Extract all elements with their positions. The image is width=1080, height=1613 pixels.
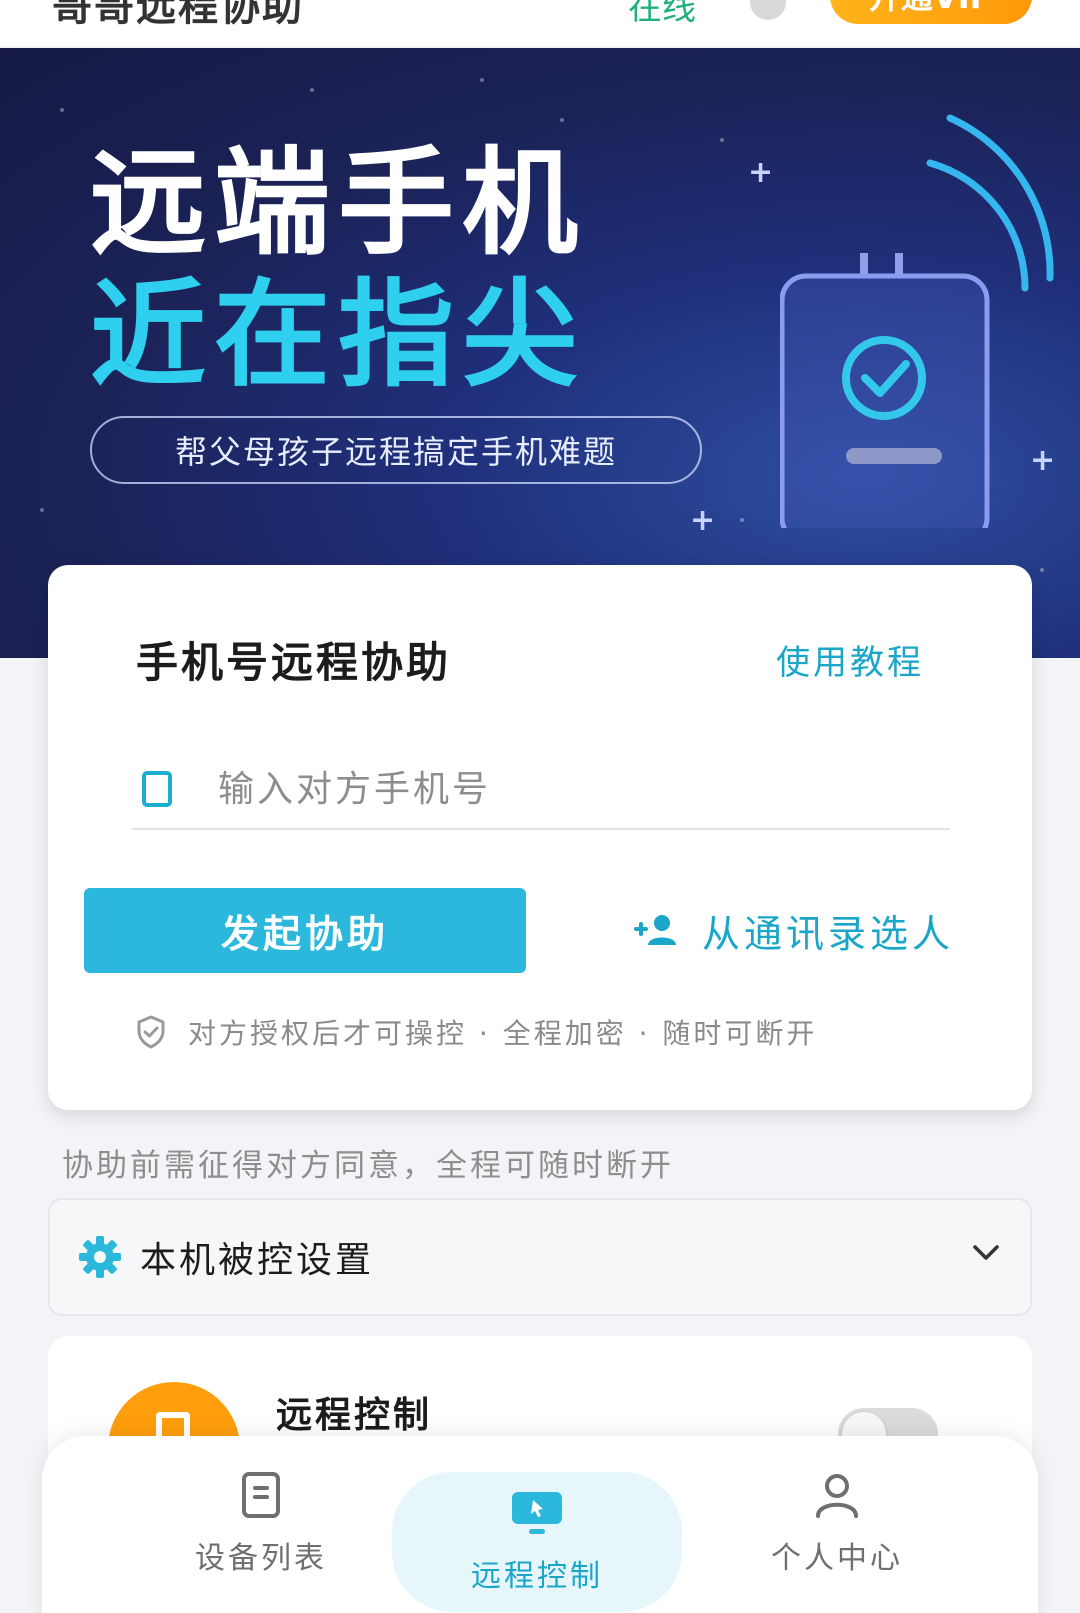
top-bar: 哥哥远程协助 在线 开通VIP <box>0 0 1080 46</box>
secure-device-illustration <box>780 114 1054 528</box>
security-note: 对方授权后才可操控 · 全程加密 · 随时可断开 <box>136 1010 817 1054</box>
profile-icon <box>816 1474 858 1518</box>
hero-tagline: 帮父母孩子远程搞定手机难题 <box>90 416 702 484</box>
shield-check-icon <box>137 1015 165 1049</box>
nav-profile[interactable]: 个人中心 <box>692 1436 982 1612</box>
chevron-down-icon <box>973 1245 999 1260</box>
app-title: 哥哥远程协助 <box>52 0 304 30</box>
vip-button[interactable]: 开通VIP <box>830 0 1032 24</box>
nav-profile-label: 个人中心 <box>771 1541 903 1576</box>
phone-assist-card: 手机号远程协助 使用教程 发起协助 从通讯录选人 对方授权后才可操控 · 全程加… <box>48 565 1032 1110</box>
hero-headline-line1: 远端手机 <box>90 136 586 271</box>
security-note-text: 对方授权后才可操控 · 全程加密 · 随时可断开 <box>188 1017 818 1050</box>
status-indicator <box>750 0 786 20</box>
phone-icon <box>142 771 172 807</box>
sparkle-icon: + <box>690 503 716 538</box>
pick-from-contacts-button[interactable]: 从通讯录选人 <box>632 895 954 965</box>
gear-icon <box>79 1236 121 1278</box>
hero-headline-line2: 近在指尖 <box>90 268 586 403</box>
device-controlled-settings[interactable]: 本机被控设置 <box>48 1198 1032 1316</box>
online-status: 在线 <box>628 0 696 28</box>
sparkle-icon: + <box>748 155 774 190</box>
consent-note: 协助前需征得对方同意，全程可随时断开 <box>62 1148 674 1184</box>
start-assist-button[interactable]: 发起协助 <box>84 888 526 973</box>
device-list-icon <box>242 1472 280 1518</box>
remote-control-item-label: 远程控制 <box>276 1395 433 1436</box>
nav-remote-control-label: 远程控制 <box>471 1559 603 1594</box>
add-contact-icon <box>634 915 676 945</box>
contacts-link-label: 从通讯录选人 <box>702 911 955 956</box>
phone-input-row <box>132 750 950 830</box>
nav-device-list[interactable]: 设备列表 <box>116 1436 406 1612</box>
tutorial-link[interactable]: 使用教程 <box>776 635 924 684</box>
settings-label: 本机被控设置 <box>140 1240 375 1281</box>
card-title: 手机号远程协助 <box>136 638 452 687</box>
nav-device-list-label: 设备列表 <box>195 1541 327 1576</box>
bottom-navigation: 设备列表 远程控制 个人中心 <box>42 1436 1038 1613</box>
nav-remote-control[interactable]: 远程控制 <box>392 1472 682 1612</box>
phone-number-input[interactable] <box>218 768 898 810</box>
remote-control-icon <box>512 1492 562 1534</box>
